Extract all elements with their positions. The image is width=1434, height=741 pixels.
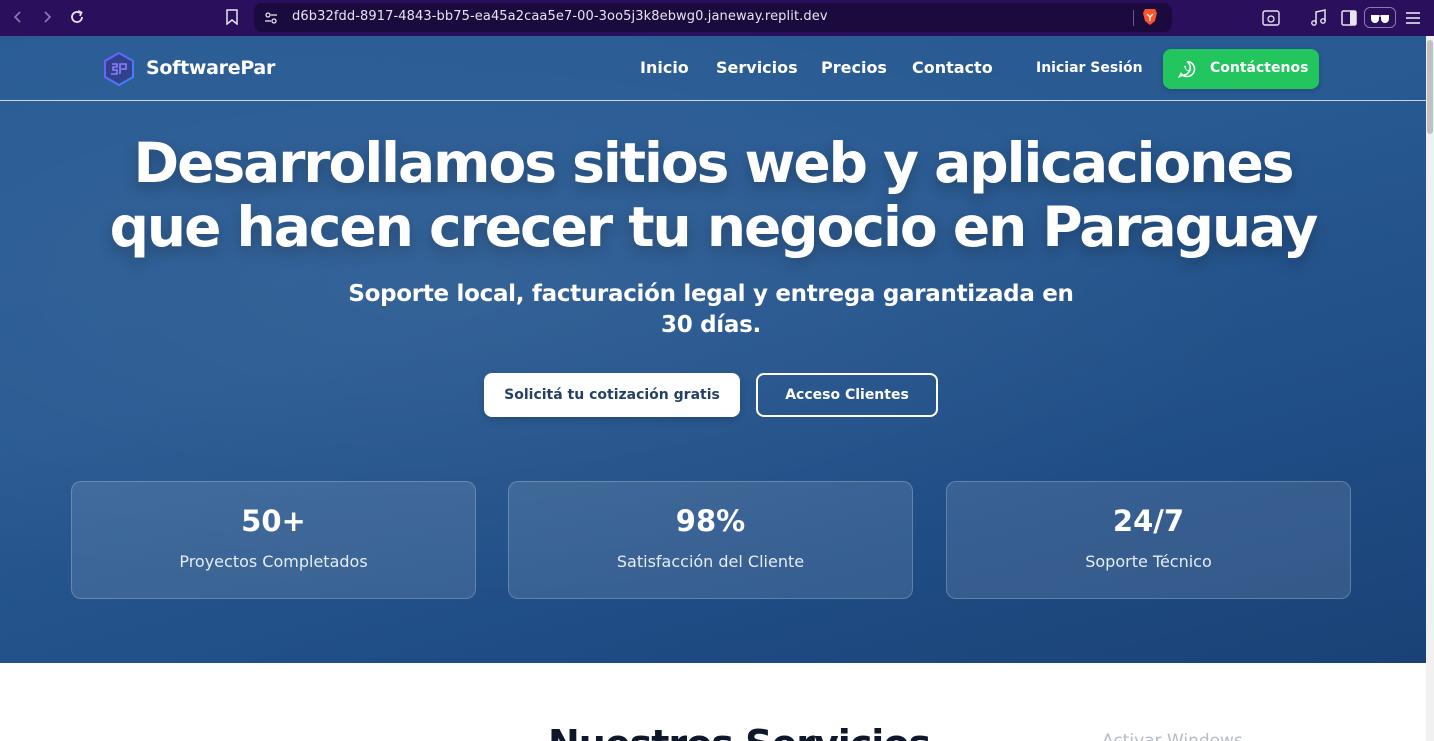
music-icon[interactable] — [1309, 8, 1329, 28]
address-bar[interactable]: d6b32fdd-8917-4843-bb75-ea45a2caa5e7-00-… — [254, 3, 1172, 32]
hero-title: Desarrollamos sitios web y aplicaciones … — [60, 131, 1366, 259]
hero-section: SoftwarePar Inicio Servicios Precios Con… — [0, 36, 1426, 663]
back-icon[interactable] — [8, 7, 28, 27]
whatsapp-icon — [1177, 60, 1196, 78]
nav-link-contacto[interactable]: Contacto — [912, 58, 993, 77]
services-section-title: Nuestros Servicios — [548, 722, 931, 741]
stat-label: Soporte Técnico — [1085, 552, 1212, 571]
login-link[interactable]: Iniciar Sesión — [1036, 60, 1143, 76]
brave-shield-icon[interactable] — [1142, 8, 1158, 26]
stat-value: 24/7 — [1112, 504, 1185, 538]
nav-link-inicio[interactable]: Inicio — [640, 58, 689, 77]
stat-card-satisfaction: 98% Satisfacción del Cliente — [508, 481, 913, 599]
nav-link-precios[interactable]: Precios — [821, 58, 887, 77]
nav-link-servicios[interactable]: Servicios — [716, 58, 798, 77]
contact-button-label: Contáctenos — [1210, 60, 1309, 76]
url-divider — [1133, 10, 1134, 26]
hero-title-line-2: que hacen crecer tu negocio en Paraguay — [109, 195, 1319, 259]
contact-button[interactable]: Contáctenos — [1163, 49, 1319, 89]
stat-value: 50+ — [241, 504, 306, 538]
hero-title-line-1: Desarrollamos sitios web y aplicaciones — [133, 131, 1294, 195]
stat-label: Satisfacción del Cliente — [616, 552, 805, 571]
scrollbar-thumb[interactable] — [1427, 40, 1433, 134]
screenshot-icon[interactable] — [1261, 8, 1281, 28]
windows-activation-watermark: Activar Windows — [1102, 731, 1243, 741]
brand-logo-icon[interactable] — [103, 51, 135, 87]
client-access-button[interactable]: Acceso Clientes — [756, 373, 938, 417]
stat-card-projects: 50+ Proyectos Completados — [71, 481, 476, 599]
url-text[interactable]: d6b32fdd-8917-4843-bb75-ea45a2caa5e7-00-… — [292, 9, 828, 24]
stat-card-support: 24/7 Soporte Técnico — [946, 481, 1351, 599]
menu-icon[interactable] — [1403, 8, 1423, 28]
stat-label: Proyectos Completados — [179, 552, 368, 571]
bookmark-icon[interactable] — [222, 7, 242, 27]
site-settings-icon[interactable] — [264, 10, 278, 29]
reload-icon[interactable] — [67, 7, 87, 27]
quote-button[interactable]: Solicitá tu cotización gratis — [484, 373, 740, 417]
glasses-icon[interactable] — [1364, 7, 1396, 28]
main-navbar: SoftwarePar Inicio Servicios Precios Con… — [0, 36, 1426, 101]
stat-value: 98% — [675, 504, 746, 538]
forward-icon[interactable] — [37, 7, 57, 27]
browser-toolbar: d6b32fdd-8917-4843-bb75-ea45a2caa5e7-00-… — [0, 0, 1434, 36]
hero-subtitle: Soporte local, facturación legal y entre… — [348, 281, 1074, 338]
sidebar-icon[interactable] — [1339, 8, 1359, 28]
page-scrollbar[interactable] — [1426, 36, 1434, 741]
brand-name[interactable]: SoftwarePar — [146, 57, 275, 79]
